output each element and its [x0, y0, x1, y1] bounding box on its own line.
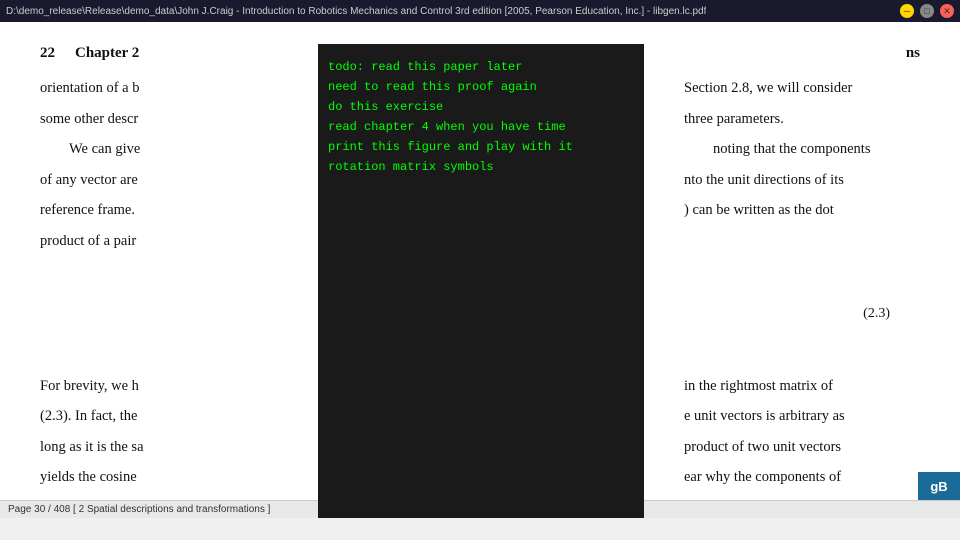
- lower-para2-left: (2.3). In fact, the: [40, 408, 137, 424]
- gb-badge: gB: [918, 472, 960, 500]
- note-line-2: need to read this proof again: [328, 78, 634, 96]
- chapter-number: 22: [40, 42, 55, 65]
- statusbar-text: Page 30 / 408 [ 2 Spatial descriptions a…: [8, 504, 270, 515]
- note-line-6: rotation matrix symbols: [328, 158, 634, 176]
- lower-para4-right: ear why the components of: [684, 469, 841, 485]
- para5-right: ) can be written as the dot: [684, 202, 834, 218]
- titlebar-title: D:\demo_release\Release\demo_data\John J…: [6, 6, 706, 17]
- note-line-4: read chapter 4 when you have time: [328, 118, 634, 136]
- para6-left: product of a pair: [40, 233, 136, 249]
- right-header: ns: [906, 42, 920, 65]
- note-line-5: print this figure and play with it: [328, 138, 634, 156]
- chapter-title: Chapter 2: [75, 42, 139, 65]
- lower-para3-left: long as it is the sa: [40, 439, 144, 455]
- maximize-button[interactable]: □: [920, 4, 934, 18]
- para2-right: three parameters.: [684, 111, 784, 127]
- lower-para1-right: in the rightmost matrix of: [684, 378, 833, 394]
- dark-overlay: todo: read this paper later need to read…: [318, 44, 644, 518]
- para4-right: nto the unit directions of its: [684, 172, 844, 188]
- pdf-viewer: 22 Chapter 2 ns orientation of a b Secti…: [0, 22, 960, 518]
- close-button[interactable]: ✕: [940, 4, 954, 18]
- note-line-3: do this exercise: [328, 98, 634, 116]
- para2-left: some other descr: [40, 111, 138, 127]
- note-line-1: todo: read this paper later: [328, 58, 634, 76]
- eq-number: (2.3): [863, 303, 890, 325]
- lower-para4-left: yields the cosine: [40, 469, 137, 485]
- lower-para3-right: product of two unit vectors: [684, 439, 841, 455]
- para3-right: noting that the components: [713, 141, 870, 157]
- titlebar-controls: ─ □ ✕: [900, 4, 954, 18]
- para5-left: reference frame.: [40, 202, 135, 218]
- lower-para1-left: For brevity, we h: [40, 378, 139, 394]
- lower-para2-right: e unit vectors is arbitrary as: [684, 408, 845, 424]
- para1-left: orientation of a b: [40, 80, 139, 96]
- minimize-button[interactable]: ─: [900, 4, 914, 18]
- titlebar: D:\demo_release\Release\demo_data\John J…: [0, 0, 960, 22]
- para1-right: Section 2.8, we will consider: [684, 80, 852, 96]
- para3-left: We can give: [69, 141, 140, 157]
- para4-left: of any vector are: [40, 172, 138, 188]
